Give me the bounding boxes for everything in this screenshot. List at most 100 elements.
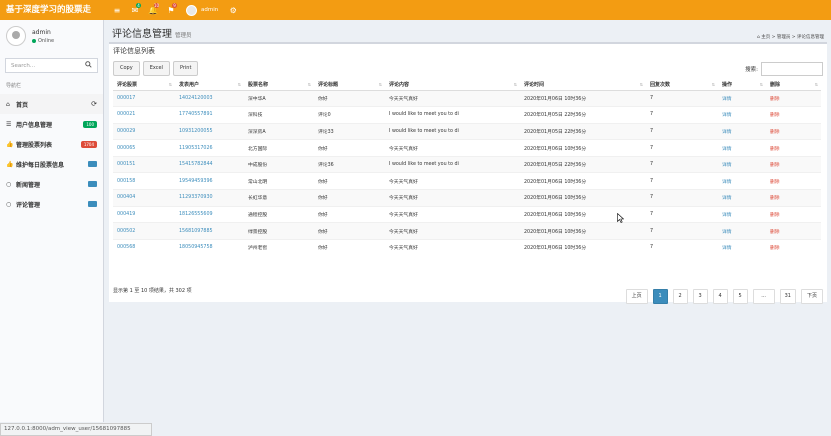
stock-code-link[interactable]: 000065 [113, 139, 175, 157]
prev-page-button[interactable]: 上页 [625, 289, 648, 304]
sort-icon[interactable]: ⇅ [760, 82, 763, 87]
sidebar-item-1[interactable]: ⌂ 首页 ⟳ [0, 94, 103, 114]
column-header-label: 操作 [722, 81, 733, 88]
detail-link[interactable]: 详情 [718, 172, 766, 190]
table-cell: 评论36 [314, 155, 385, 173]
column-header[interactable]: 评论时间 ⇅ [520, 79, 646, 91]
sort-icon[interactable]: ⇅ [712, 82, 715, 87]
excel-button[interactable]: Excel [142, 61, 170, 76]
delete-link[interactable]: 删除 [766, 106, 821, 124]
user-phone-link[interactable]: 11293370930 [175, 189, 244, 207]
delete-link[interactable]: 删除 [766, 172, 821, 190]
sort-icon[interactable]: ⇅ [514, 82, 517, 87]
sidebar-item-5[interactable]: ○ 新闻管理 [0, 174, 103, 194]
sort-icon[interactable]: ⇅ [238, 82, 241, 87]
bell-icon[interactable]: 🔔 10 [144, 0, 162, 20]
delete-link[interactable]: 删除 [766, 122, 821, 140]
column-header[interactable]: 删除 ⇅ [766, 79, 821, 91]
table-row: 000065 11905317026 北方国际 你好 今天天气真好 2020年01月06日… [113, 139, 821, 157]
sidebar-item-3[interactable]: 👍 管理股票列表 1704 [0, 134, 103, 154]
menu-icon[interactable]: ≡ [108, 0, 126, 20]
table-cell: 你好 [314, 205, 385, 223]
sidebar-search-input[interactable]: Search... [11, 63, 35, 69]
page-button[interactable]: 5 [732, 289, 748, 304]
user-phone-link[interactable]: 10931200055 [175, 122, 244, 140]
detail-link[interactable]: 详情 [718, 89, 766, 107]
breadcrumb[interactable]: ⌂ 主页 > 管理员 > 评论信息管理 [757, 34, 824, 40]
stock-code-link[interactable]: 000158 [113, 172, 175, 190]
page-button[interactable]: 31 [779, 289, 796, 304]
detail-link[interactable]: 详情 [718, 139, 766, 157]
sidebar-search[interactable]: Search... [5, 58, 98, 73]
refresh-icon[interactable]: ⟳ [91, 100, 97, 108]
column-header[interactable]: 评论股票 ⇅ [113, 79, 175, 91]
sidebar-item-4[interactable]: 👍 维护每日股票信息 [0, 154, 103, 174]
sidebar-item-6[interactable]: ○ 评论管理 [0, 194, 103, 214]
detail-link[interactable]: 详情 [718, 222, 766, 240]
column-header[interactable]: 操作 ⇅ [718, 79, 766, 91]
sort-icon[interactable]: ⇅ [379, 82, 382, 87]
table-search-input[interactable] [761, 61, 823, 76]
table-cell: 你好 [314, 238, 385, 256]
detail-link[interactable]: 详情 [718, 122, 766, 140]
page-button[interactable]: 4 [712, 289, 728, 304]
detail-link[interactable]: 详情 [718, 205, 766, 223]
page-button[interactable]: 3 [692, 289, 708, 304]
sort-icon[interactable]: ⇅ [815, 82, 818, 87]
page-button[interactable]: 1 [652, 289, 668, 304]
next-page-button[interactable]: 下页 [801, 289, 823, 304]
detail-link[interactable]: 详情 [718, 155, 766, 173]
delete-link[interactable]: 删除 [766, 189, 821, 207]
detail-link[interactable]: 详情 [718, 238, 766, 256]
delete-link[interactable]: 删除 [766, 222, 821, 240]
user-phone-link[interactable]: 15681097885 [175, 222, 244, 240]
stock-code-link[interactable]: 000021 [113, 106, 175, 124]
stock-code-link[interactable]: 000151 [113, 155, 175, 173]
column-header[interactable]: 发表用户 ⇅ [175, 79, 244, 91]
delete-link[interactable]: 删除 [766, 205, 821, 223]
table-row: 000029 10931200055 深深房A 评论33 I would like to… [113, 122, 821, 140]
stock-code-link[interactable]: 000419 [113, 205, 175, 223]
sidebar-item-2[interactable]: ☰ 用户信息管理 100 [0, 114, 103, 134]
table-row: 000158 19549459396 常山北明 你好 今天天气真好 2020年01月06日… [113, 172, 821, 190]
app-title[interactable]: 基于深度学习的股票走 [0, 0, 104, 20]
delete-link[interactable]: 删除 [766, 238, 821, 256]
user-phone-link[interactable]: 14024120003 [175, 89, 244, 107]
page-button[interactable]: ... [752, 289, 775, 304]
sort-icon[interactable]: ⇅ [169, 82, 172, 87]
stock-code-link[interactable]: 000568 [113, 238, 175, 256]
stock-code-link[interactable]: 000502 [113, 222, 175, 240]
user-phone-link[interactable]: 18126555609 [175, 205, 244, 223]
top-user-menu[interactable]: admin [180, 4, 224, 16]
copy-button[interactable]: Copy [113, 61, 140, 76]
sort-icon[interactable]: ⇅ [640, 82, 643, 87]
delete-link[interactable]: 删除 [766, 155, 821, 173]
table-cell: 深中华A [244, 89, 314, 107]
stock-code-link[interactable]: 000017 [113, 89, 175, 107]
delete-link[interactable]: 删除 [766, 89, 821, 107]
gear-icon[interactable]: ⚙ [224, 0, 242, 20]
table-cell: 你好 [314, 172, 385, 190]
user-phone-link[interactable]: 11905317026 [175, 139, 244, 157]
mail-icon[interactable]: ✉ 4 [126, 0, 144, 20]
stock-code-link[interactable]: 000404 [113, 189, 175, 207]
flag-icon[interactable]: ⚑ 9 [162, 0, 180, 20]
user-phone-link[interactable]: 15415782844 [175, 155, 244, 173]
stock-code-link[interactable]: 000029 [113, 122, 175, 140]
user-phone-link[interactable]: 17740557891 [175, 106, 244, 124]
column-header[interactable]: 回复次数 ⇅ [646, 79, 718, 91]
sidebar-item-label: 首页 [16, 101, 29, 109]
column-header[interactable]: 评论标题 ⇅ [314, 79, 385, 91]
table-cell: 绿景控股 [244, 222, 314, 240]
search-icon[interactable] [85, 61, 92, 70]
detail-link[interactable]: 详情 [718, 106, 766, 124]
user-phone-link[interactable]: 19549459396 [175, 172, 244, 190]
print-button[interactable]: Print [172, 61, 199, 76]
detail-link[interactable]: 详情 [718, 189, 766, 207]
delete-link[interactable]: 删除 [766, 139, 821, 157]
column-header[interactable]: 评论内容 ⇅ [385, 79, 520, 91]
column-header[interactable]: 股票名称 ⇅ [244, 79, 314, 91]
user-phone-link[interactable]: 18050945758 [175, 238, 244, 256]
page-button[interactable]: 2 [672, 289, 688, 304]
sort-icon[interactable]: ⇅ [308, 82, 311, 87]
